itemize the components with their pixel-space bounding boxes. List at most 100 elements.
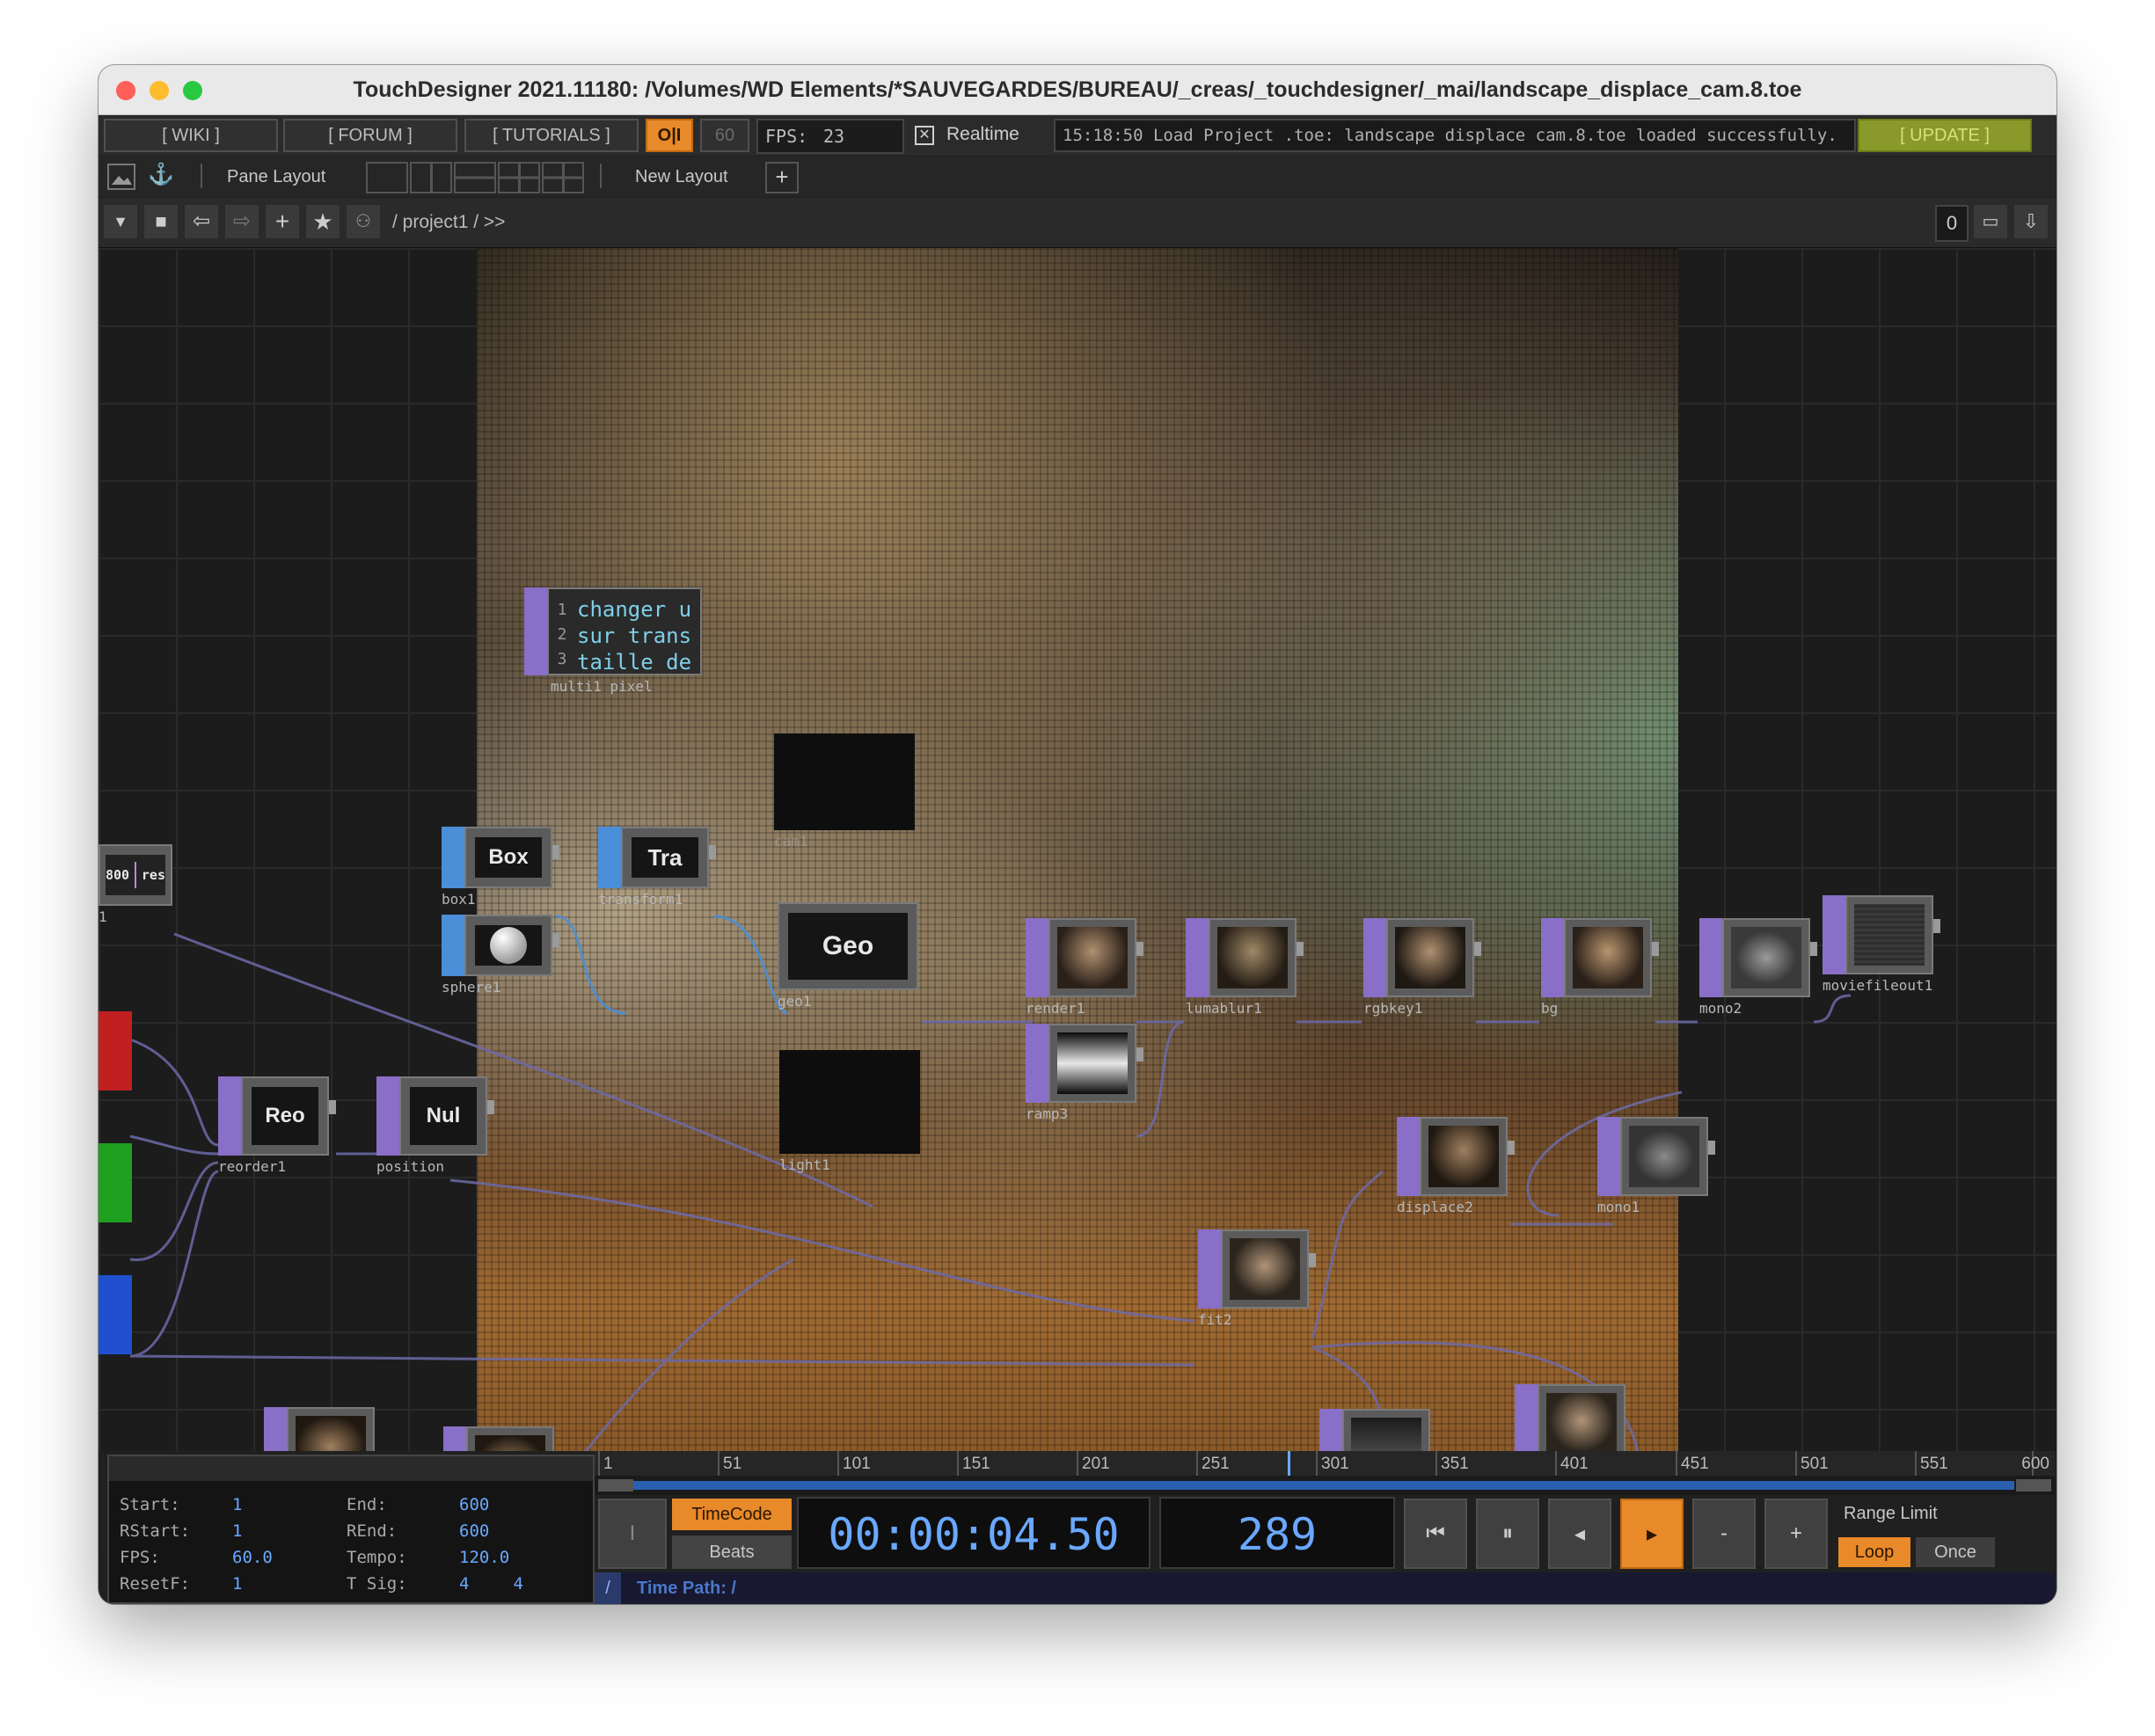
network-path[interactable]: / project1 / >> [392, 212, 505, 233]
network-icon[interactable]: ⚇ [347, 205, 380, 238]
geo-node[interactable]: Geo geo1 [778, 902, 922, 1010]
ramp-node[interactable]: ramp3 [1026, 1024, 1143, 1122]
output-connector[interactable] [487, 1100, 494, 1114]
range-start-handle[interactable] [598, 1479, 633, 1492]
window-icon[interactable]: ▭ [1974, 205, 2007, 238]
tsig-numerator[interactable]: 4 [459, 1574, 469, 1594]
mono1-node[interactable]: mono1 [1597, 1117, 1715, 1215]
end-value[interactable]: 600 [459, 1492, 523, 1518]
rgbkey-node[interactable]: rgbkey1 [1363, 918, 1481, 1017]
reorder-node[interactable]: Reo reorder1 [218, 1076, 336, 1175]
render-node[interactable]: render1 [1026, 918, 1143, 1017]
output-connector[interactable] [1297, 942, 1304, 956]
layout-four-pane-button[interactable] [542, 162, 584, 193]
timeline-ruler[interactable]: 1 51 101 151 201 251 301 351 401 451 501 551 600 [595, 1451, 2055, 1476]
update-button[interactable]: [ UPDATE ] [1858, 119, 2032, 152]
transform-node[interactable]: Tra transform1 [598, 827, 716, 908]
increment-button[interactable]: + [1764, 1499, 1828, 1569]
tutorials-button[interactable]: [ TUTORIALS ] [464, 119, 639, 152]
timecode-toggle[interactable]: TimeCode [672, 1499, 792, 1530]
output-connector[interactable] [1652, 942, 1659, 956]
add-icon[interactable]: + [266, 205, 299, 238]
moviefileout-node[interactable]: moviefileout1 [1823, 895, 1940, 994]
start-value[interactable]: 1 [232, 1492, 273, 1518]
layout-single-button[interactable] [366, 162, 408, 193]
loop-toggle[interactable]: Loop [1838, 1537, 1910, 1567]
partial-node[interactable] [1515, 1384, 1633, 1451]
red-chop-node[interactable] [99, 1011, 132, 1090]
output-connector[interactable] [329, 1100, 336, 1114]
lumablur-node[interactable]: lumablur1 [1186, 918, 1304, 1017]
output-connector[interactable] [709, 845, 716, 859]
settings-values-right[interactable]: 600 600 120.0 44 [459, 1492, 523, 1597]
partial-node[interactable] [1319, 1409, 1437, 1451]
partial-node[interactable] [443, 1426, 561, 1451]
resetf-value[interactable]: 1 [232, 1571, 273, 1597]
timecode-display[interactable]: 00:00:04.50 [797, 1497, 1151, 1569]
layout-split-horizontal-button[interactable] [454, 162, 496, 193]
range-end-handle[interactable] [2016, 1479, 2051, 1492]
tsig-value[interactable]: 44 [459, 1571, 523, 1597]
timeline-range-track[interactable] [595, 1476, 2055, 1495]
back-arrow-icon[interactable]: ⇦ [185, 205, 218, 238]
rend-value[interactable]: 600 [459, 1518, 523, 1544]
text-dat-node[interactable]: 1 2 3 changer u sur trans taille de mult… [524, 587, 709, 695]
pause-icon[interactable]: ⏸ [1476, 1499, 1539, 1569]
perform-mode-button[interactable]: O|I [646, 119, 693, 152]
fps-target[interactable]: 60 [700, 119, 749, 152]
rewind-to-start-icon[interactable]: ⏮ [1404, 1499, 1467, 1569]
menu-dropdown-icon[interactable]: ▼ [104, 205, 137, 238]
frame-display[interactable]: 289 [1159, 1497, 1395, 1569]
playhead-marker[interactable] [1288, 1451, 1290, 1476]
tempo-value[interactable]: 120.0 [459, 1544, 523, 1571]
position-node[interactable]: Nul position [376, 1076, 494, 1175]
settings-values-left[interactable]: 1 1 60.0 1 [232, 1492, 273, 1597]
output-connector[interactable] [552, 845, 559, 859]
light-node[interactable]: light1 [779, 1050, 920, 1173]
image-icon[interactable] [107, 164, 135, 190]
forum-button[interactable]: [ FORUM ] [283, 119, 457, 152]
decrement-button[interactable]: - [1692, 1499, 1756, 1569]
anchor-icon[interactable]: ⚓ [148, 162, 174, 187]
output-connector[interactable] [1136, 1047, 1143, 1061]
play-icon[interactable]: ▸ [1620, 1499, 1684, 1569]
res-node[interactable]: 800 res 1 [99, 844, 178, 925]
cam-node[interactable]: cam1 [774, 733, 915, 850]
beats-toggle[interactable]: Beats [672, 1535, 792, 1569]
forward-arrow-icon[interactable]: ⇨ [225, 205, 259, 238]
mono2-node[interactable]: mono2 [1699, 918, 1817, 1017]
displace-node[interactable]: displace2 [1397, 1117, 1515, 1215]
output-connector[interactable] [1933, 919, 1940, 933]
once-toggle[interactable]: Once [1916, 1537, 1995, 1567]
step-back-icon[interactable]: ◂ [1548, 1499, 1611, 1569]
partial-node[interactable] [264, 1407, 382, 1451]
bg-node[interactable]: bg [1541, 918, 1659, 1017]
blue-chop-node[interactable] [99, 1275, 132, 1354]
time-path-root[interactable]: / [595, 1572, 621, 1604]
box-node[interactable]: Box box1 [442, 827, 559, 908]
output-connector[interactable] [1474, 942, 1481, 956]
counter-display[interactable]: 0 [1935, 205, 1969, 242]
output-connector[interactable] [1708, 1141, 1715, 1155]
output-connector[interactable] [552, 933, 559, 947]
realtime-checkbox[interactable]: ✕ [915, 126, 934, 145]
layout-split-vertical-button[interactable] [410, 162, 452, 193]
fps-value[interactable]: 60.0 [232, 1544, 273, 1571]
star-icon[interactable]: ★ [306, 205, 340, 238]
add-layout-button[interactable]: + [765, 162, 799, 193]
sphere-node[interactable]: sphere1 [442, 915, 559, 996]
fit-node[interactable]: fit2 [1198, 1229, 1316, 1328]
output-connector[interactable] [1136, 942, 1143, 956]
tsig-denominator[interactable]: 4 [513, 1574, 522, 1594]
output-connector[interactable] [1508, 1141, 1515, 1155]
layout-three-pane-button[interactable] [498, 162, 540, 193]
rstart-value[interactable]: 1 [232, 1518, 273, 1544]
output-connector[interactable] [1810, 942, 1817, 956]
output-connector[interactable] [1309, 1253, 1316, 1267]
wiki-button[interactable]: [ WIKI ] [104, 119, 278, 152]
download-arrow-icon[interactable]: ⇩ [2014, 205, 2048, 238]
range-bar[interactable] [633, 1481, 2014, 1490]
stop-icon[interactable]: ■ [144, 205, 178, 238]
i-button[interactable]: I [598, 1499, 667, 1569]
green-chop-node[interactable] [99, 1143, 132, 1222]
